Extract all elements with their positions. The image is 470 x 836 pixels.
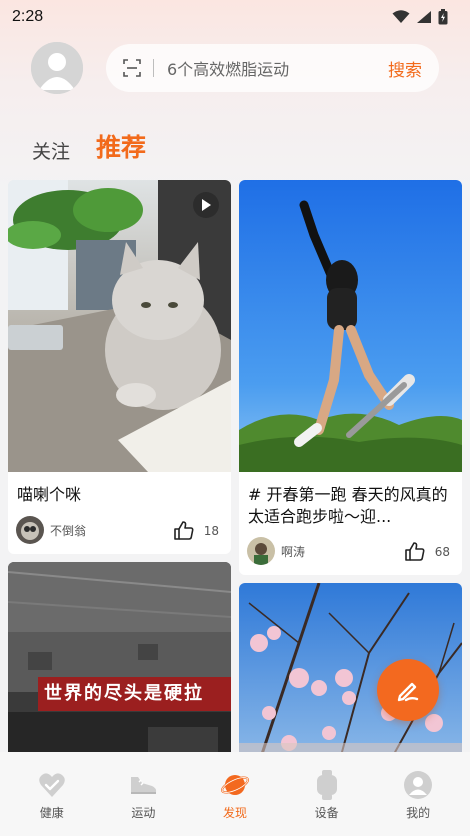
search-bar[interactable]: 6个高效燃脂运动 搜索: [106, 44, 439, 92]
nav-label: 我的: [406, 806, 431, 820]
nav-me[interactable]: 我的: [378, 752, 458, 836]
scan-icon[interactable]: [122, 58, 142, 78]
author-name: 啊涛: [281, 544, 306, 559]
battery-icon: [438, 9, 448, 25]
planet-icon: [220, 770, 250, 800]
shoe-icon: [128, 770, 158, 800]
watch-icon: [316, 770, 338, 800]
video-play-button[interactable]: [193, 192, 219, 218]
gym-banner-text: 世界的尽头是硬拉: [44, 683, 204, 704]
author-avatar: [247, 537, 275, 565]
like-count: 18: [203, 523, 219, 538]
compose-post-button[interactable]: [377, 659, 439, 721]
thumbs-up-icon: [404, 542, 425, 561]
nav-health[interactable]: 健康: [12, 752, 92, 836]
post-author[interactable]: 啊涛: [247, 537, 305, 565]
like-group[interactable]: 68: [404, 542, 450, 561]
nav-label: 健康: [39, 806, 64, 820]
status-time: 2:28: [12, 8, 44, 25]
play-icon: [202, 199, 211, 211]
search-button[interactable]: 搜索: [388, 56, 422, 81]
nav-label: 发现: [222, 806, 247, 820]
thumbs-up-icon: [173, 521, 194, 540]
header: 6个高效燃脂运动 搜索: [0, 40, 470, 96]
author-avatar: [16, 516, 44, 544]
heart-icon: [38, 770, 66, 800]
post-title: # 开春第一跑 春天的风真的太适合跑步啦～迎...: [248, 485, 448, 526]
search-divider: [153, 59, 154, 77]
nav-exercise[interactable]: 运动: [103, 752, 183, 836]
status-icons: [392, 9, 448, 25]
post-author[interactable]: 不倒翁: [16, 516, 86, 544]
pen-icon: [397, 682, 419, 702]
post-image: [239, 180, 462, 472]
tab-following[interactable]: 关注: [32, 137, 70, 164]
post-card[interactable]: # 开春第一跑 春天的风真的太适合跑步啦～迎... 啊涛 68: [239, 180, 462, 575]
nav-label: 设备: [314, 806, 339, 820]
person-icon: [404, 770, 433, 800]
bottom-navigation: 健康 运动 发现 设备 我的: [0, 752, 470, 836]
post-title: 喵喇个咪: [17, 485, 82, 504]
profile-avatar[interactable]: [31, 42, 83, 94]
wifi-icon: [392, 10, 410, 23]
post-image: [8, 180, 231, 472]
feed-tabs: 关注 推荐: [32, 128, 146, 164]
nav-devices[interactable]: 设备: [287, 752, 367, 836]
tab-recommended[interactable]: 推荐: [96, 128, 146, 164]
search-placeholder[interactable]: 6个高效燃脂运动: [167, 56, 388, 80]
signal-icon: [417, 11, 431, 23]
status-bar: 2:28: [0, 0, 470, 34]
post-card[interactable]: 喵喇个咪 不倒翁 18: [8, 180, 231, 554]
nav-label: 运动: [131, 806, 156, 820]
like-group[interactable]: 18: [173, 521, 219, 540]
like-count: 68: [434, 544, 450, 559]
post-card[interactable]: 世界的尽头是硬拉: [8, 562, 231, 762]
post-image: 世界的尽头是硬拉: [8, 562, 231, 762]
person-icon: [31, 42, 83, 94]
author-name: 不倒翁: [50, 523, 87, 538]
nav-discover[interactable]: 发现: [195, 752, 275, 836]
